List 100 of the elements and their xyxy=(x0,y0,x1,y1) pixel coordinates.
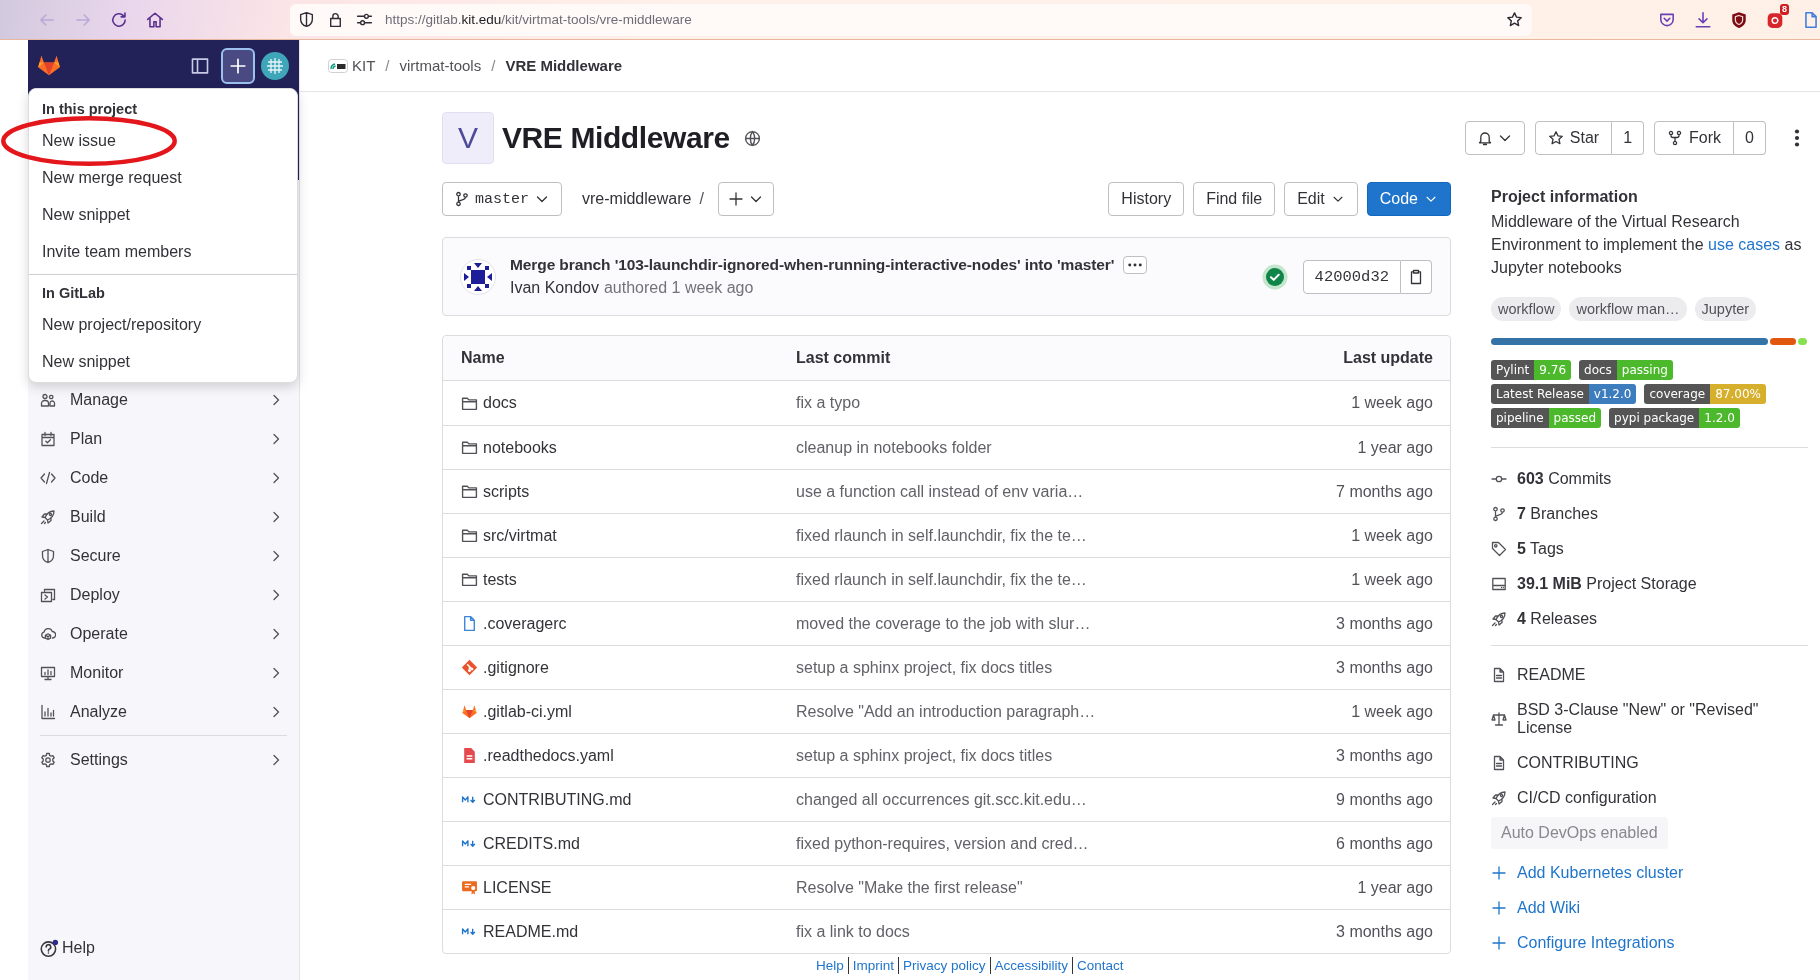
file-name-link[interactable]: .coveragerc xyxy=(483,614,567,633)
file-name-link[interactable]: tests xyxy=(483,570,517,589)
stat-link[interactable]: 7 Branches xyxy=(1517,504,1598,523)
fork-count-button[interactable]: 0 xyxy=(1734,121,1766,155)
footer-link[interactable]: Accessibility xyxy=(989,957,1069,974)
lock-icon[interactable] xyxy=(327,11,344,28)
commit-message-link[interactable]: changed all occurrences git.scc.kit.edu… xyxy=(796,790,1087,809)
shield-icon[interactable] xyxy=(298,11,315,28)
extension-shield-icon[interactable] xyxy=(1730,10,1748,29)
download-icon[interactable] xyxy=(1694,10,1712,29)
action-button[interactable]: Find file xyxy=(1193,182,1276,216)
copy-button[interactable] xyxy=(1401,259,1432,294)
commit-message-link[interactable]: Resolve "Make the first release" xyxy=(796,878,1023,897)
file-name-link[interactable]: .readthedocs.yaml xyxy=(483,746,614,765)
stat-link[interactable]: 5 Tags xyxy=(1517,539,1564,558)
branch-dropdown[interactable]: master xyxy=(442,182,562,216)
nav-item[interactable]: Deploy xyxy=(36,575,291,614)
help-link[interactable]: Help xyxy=(28,936,299,960)
add-link[interactable]: Add Kubernetes cluster xyxy=(1517,863,1684,882)
notifications-button[interactable] xyxy=(1464,121,1525,155)
file-name-link[interactable]: .gitignore xyxy=(483,658,549,677)
avatar-icon[interactable] xyxy=(261,52,289,80)
author-link[interactable]: Ivan Kondov xyxy=(510,279,599,297)
file-name-link[interactable]: CONTRIBUTING.md xyxy=(483,790,632,809)
topic-tag[interactable]: workflow man… xyxy=(1569,297,1687,321)
commit-message-link[interactable]: fixed rlaunch in self.launchdir, fix the te… xyxy=(796,526,1087,545)
file-name-link[interactable]: README.md xyxy=(483,922,579,941)
nav-item[interactable]: Code xyxy=(36,458,291,497)
stat-link[interactable]: 39.1 MiB Project Storage xyxy=(1517,574,1697,593)
use-cases-link[interactable]: use cases xyxy=(1708,236,1781,253)
file-name-link[interactable]: docs xyxy=(483,394,517,412)
file-name-link[interactable]: LICENSE xyxy=(483,878,552,897)
topic-tag[interactable]: Jupyter xyxy=(1694,297,1757,321)
nav-item[interactable]: Plan xyxy=(36,419,291,458)
add-link[interactable]: Configure Integrations xyxy=(1517,933,1675,952)
badge-label[interactable]: pipeline xyxy=(1491,408,1549,428)
commit-message-link[interactable]: setup a sphinx project, fix docs titles xyxy=(796,746,1053,765)
stat-link[interactable]: 4 Releases xyxy=(1517,609,1598,628)
badge-label[interactable]: coverage xyxy=(1644,384,1711,404)
commit-message-link[interactable]: Resolve "Add an introduction paragraph… xyxy=(796,702,1096,721)
file-name-link[interactable]: CREDITS.md xyxy=(483,834,580,853)
menu-item[interactable]: New project/repository xyxy=(29,306,297,343)
breadcrumb-link[interactable]: KIT xyxy=(328,57,376,74)
commit-message-link[interactable]: setup a sphinx project, fix docs titles xyxy=(796,658,1053,677)
footer-link[interactable]: Imprint xyxy=(847,957,895,974)
breadcrumb-link[interactable]: virtmat-tools xyxy=(399,57,482,74)
topic-tag[interactable]: workflow xyxy=(1491,297,1562,321)
commit-message-link[interactable]: moved the coverage to the job with slur… xyxy=(796,614,1091,633)
create-new-button[interactable] xyxy=(221,48,255,84)
extension-icon[interactable] xyxy=(1766,10,1784,29)
fork-button[interactable]: Fork xyxy=(1654,121,1735,155)
project-link[interactable]: README xyxy=(1517,657,1586,692)
commit-title-link[interactable]: Merge branch '103-launchdir-ignored-when-running-interactive-nodes' into 'master' xyxy=(510,256,1115,274)
menu-item[interactable]: Invite team members xyxy=(29,233,297,270)
document-icon[interactable] xyxy=(1802,10,1820,29)
avatar-icon[interactable] xyxy=(460,258,496,295)
nav-item[interactable]: Settings xyxy=(36,740,291,779)
project-link[interactable]: CONTRIBUTING xyxy=(1517,745,1639,780)
badge-label[interactable]: pypi package xyxy=(1609,408,1700,428)
menu-item[interactable]: New snippet xyxy=(29,343,297,380)
action-button[interactable]: History xyxy=(1108,182,1185,216)
menu-item[interactable]: New merge request xyxy=(29,159,297,196)
menu-item[interactable]: New issue xyxy=(29,122,297,159)
commit-sha-button[interactable]: 42000d32 xyxy=(1302,259,1401,294)
footer-link[interactable]: Contact xyxy=(1072,957,1124,974)
nav-item[interactable]: Manage xyxy=(36,380,291,419)
badge-label[interactable]: Pylint xyxy=(1491,360,1535,380)
repository-path-link[interactable]: vre-middleware xyxy=(582,190,692,208)
add-dropdown[interactable] xyxy=(717,182,774,216)
nav-item[interactable]: Analyze xyxy=(36,692,291,731)
nav-item[interactable]: Build xyxy=(36,497,291,536)
file-name-link[interactable]: .gitlab-ci.yml xyxy=(483,702,572,721)
sidebar-toggle-icon[interactable] xyxy=(190,56,210,76)
nav-item[interactable]: Operate xyxy=(36,614,291,653)
dropdown-button[interactable]: Edit xyxy=(1284,182,1358,216)
file-name-link[interactable]: notebooks xyxy=(483,438,557,457)
address-bar[interactable]: https://gitlab.kit.edu/kit/virtmat-tools/vre-middleware xyxy=(290,3,1532,36)
star-button[interactable]: Star xyxy=(1534,121,1613,155)
file-name-link[interactable]: src/virtmat xyxy=(483,526,557,545)
stat-link[interactable]: 603 Commits xyxy=(1517,469,1612,488)
home-icon[interactable] xyxy=(146,10,164,29)
file-name-link[interactable]: scripts xyxy=(483,482,530,501)
nav-item[interactable]: Secure xyxy=(36,536,291,575)
nav-item[interactable]: Monitor xyxy=(36,653,291,692)
badge-value[interactable]: v1.2.0 xyxy=(1588,384,1637,404)
badge-label[interactable]: docs xyxy=(1579,360,1617,380)
footer-link[interactable]: Help xyxy=(816,957,844,974)
project-link[interactable]: BSD 3-Clause "New" or "Revised" License xyxy=(1517,692,1808,745)
commit-message-link[interactable]: use a function call instead of env varia… xyxy=(796,482,1084,501)
kebab-menu-icon[interactable] xyxy=(1794,129,1800,147)
reload-icon[interactable] xyxy=(110,10,128,29)
expand-description-button[interactable] xyxy=(1123,256,1148,274)
commit-message-link[interactable]: fix a link to docs xyxy=(796,922,910,941)
add-link[interactable]: Add Wiki xyxy=(1517,898,1581,917)
dropdown-button[interactable]: Code xyxy=(1366,182,1451,216)
breadcrumb-link[interactable]: VRE Middleware xyxy=(505,57,623,74)
star-icon[interactable] xyxy=(1506,11,1523,28)
commit-message-link[interactable]: cleanup in notebooks folder xyxy=(796,438,992,457)
star-count-button[interactable]: 1 xyxy=(1612,121,1645,155)
project-link[interactable]: CI/CD configuration xyxy=(1517,780,1657,815)
